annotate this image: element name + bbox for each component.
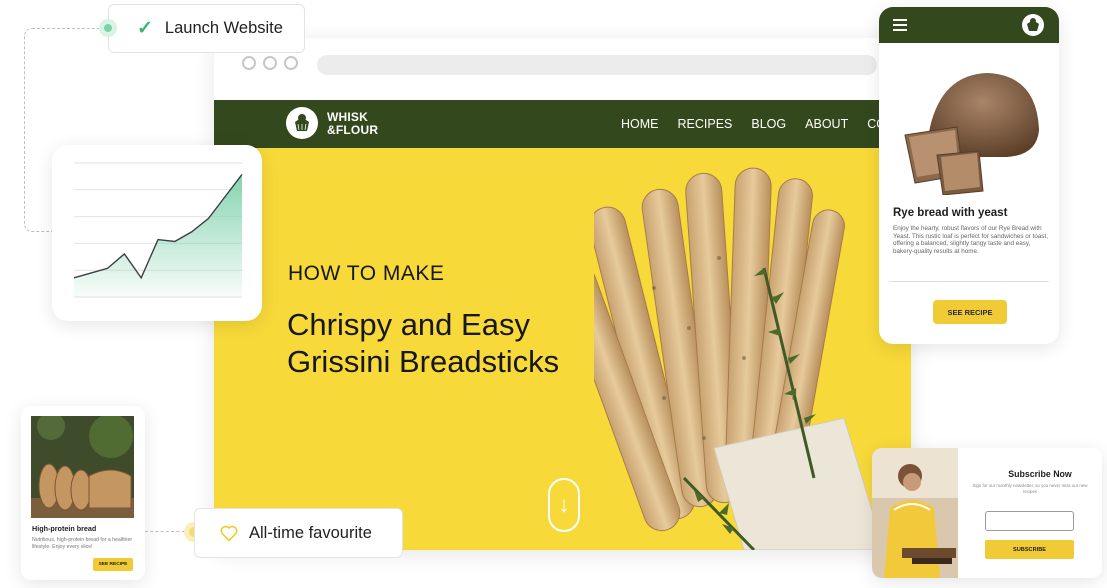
site-navbar: WHISK &FLOUR HOME RECIPES BLOG ABOUT CON… xyxy=(214,100,911,148)
divider xyxy=(889,281,1049,282)
nav-recipes[interactable]: RECIPES xyxy=(678,117,733,131)
window-dot xyxy=(284,56,298,70)
see-recipe-button[interactable]: SEE RECIPE xyxy=(933,300,1007,324)
subscribe-title: Subscribe Now xyxy=(1008,469,1072,479)
url-bar[interactable] xyxy=(317,55,877,75)
hero-title-line-1: Chrispy and Easy xyxy=(287,307,530,342)
launch-website-badge: ✓ Launch Website xyxy=(108,4,305,53)
browser-window: WHISK &FLOUR HOME RECIPES BLOG ABOUT CON… xyxy=(214,38,911,550)
brand-name[interactable]: WHISK &FLOUR xyxy=(327,111,378,137)
breadsticks-image xyxy=(594,167,885,550)
chart-area xyxy=(74,174,242,297)
high-protein-bread-image xyxy=(31,416,134,518)
launch-website-label: Launch Website xyxy=(164,19,283,37)
cupcake-logo-icon[interactable] xyxy=(1022,14,1044,36)
arrow-down-icon: ↓ xyxy=(558,492,570,517)
subscribe-card: Subscribe Now Sign for our monthly newsl… xyxy=(872,448,1102,578)
rye-bread-image xyxy=(904,73,1039,195)
scroll-down-button[interactable]: ↓ xyxy=(548,478,580,532)
subscribe-description: Sign for our monthly newsletter, so you … xyxy=(972,483,1088,494)
mobile-header xyxy=(879,7,1059,43)
hero-banner: HOW TO MAKE Chrispy and Easy Grissini Br… xyxy=(214,148,911,550)
brand-line-2: &FLOUR xyxy=(327,123,379,137)
growth-chart xyxy=(73,162,243,298)
all-time-favourite-label: All-time favourite xyxy=(249,523,372,542)
nav-links: HOME RECIPES BLOG ABOUT CONTA xyxy=(621,117,910,131)
hero-title: Chrispy and Easy Grissini Breadsticks xyxy=(287,306,627,380)
all-time-favourite-badge: All-time favourite xyxy=(194,508,403,558)
browser-chrome xyxy=(214,38,911,100)
hero-kicker: HOW TO MAKE xyxy=(288,262,445,285)
growth-chart-card xyxy=(52,145,262,321)
window-dot xyxy=(242,56,256,70)
check-icon: ✓ xyxy=(137,18,153,39)
nav-blog[interactable]: BLOG xyxy=(751,117,786,131)
email-input[interactable] xyxy=(985,511,1074,531)
nav-home[interactable]: HOME xyxy=(621,117,659,131)
high-protein-bread-card: High-protein bread Nutritious, high-prot… xyxy=(21,406,145,580)
baker-photo xyxy=(872,448,958,578)
connector-node xyxy=(104,24,112,32)
cupcake-logo-icon[interactable] xyxy=(286,107,318,139)
mobile-preview: Rye bread with yeast Enjoy the hearty, r… xyxy=(879,7,1059,344)
hero-title-line-2: Grissini Breadsticks xyxy=(287,344,560,379)
see-recipe-button[interactable]: SEE RECIPE xyxy=(93,558,133,571)
hamburger-menu-icon[interactable] xyxy=(893,19,907,34)
window-dot xyxy=(263,56,277,70)
recipe-description: Enjoy the hearty, robust flavors of our … xyxy=(893,225,1049,255)
recipe-title: Rye bread with yeast xyxy=(893,207,1008,219)
subscribe-button[interactable]: SUBSCRIBE xyxy=(985,540,1074,559)
card-description: Nutritious, high-protein bread for a hea… xyxy=(32,537,133,550)
nav-about[interactable]: ABOUT xyxy=(805,117,848,131)
heart-icon xyxy=(220,525,238,542)
card-title: High-protein bread xyxy=(32,524,97,533)
